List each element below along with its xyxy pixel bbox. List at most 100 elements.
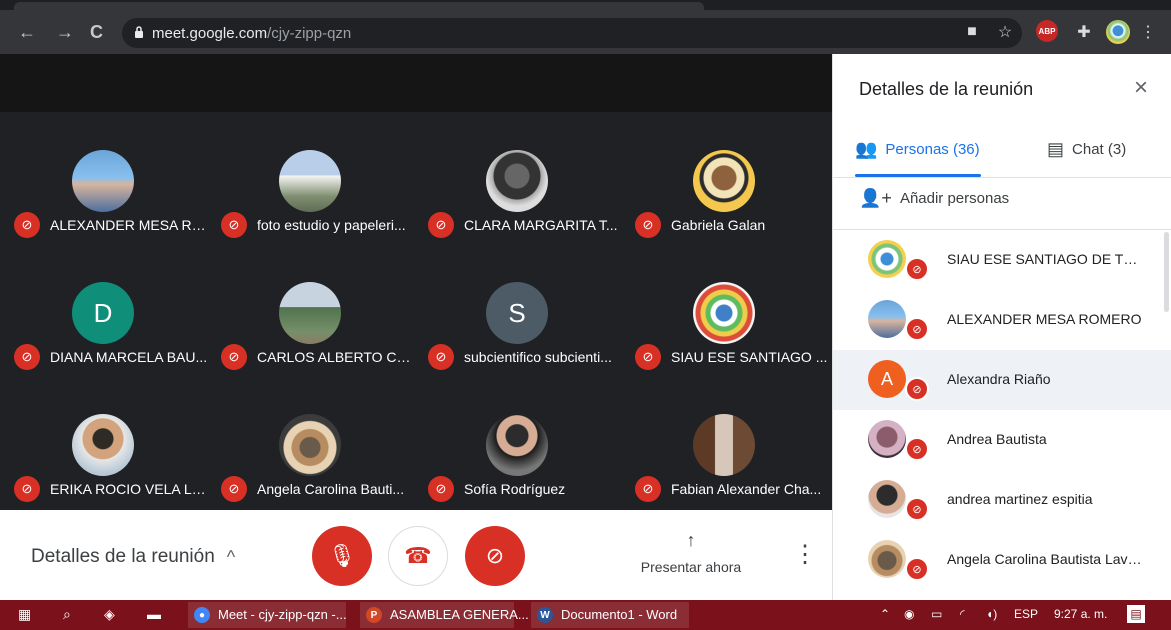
participant-tile[interactable]: S ⊘ subcientifico subcienti... (414, 282, 622, 382)
participant-list-item[interactable]: A ⊘ Alexandra Riaño (833, 350, 1171, 410)
tab-divider (833, 177, 1171, 178)
language-indicator[interactable]: ESP (1014, 607, 1038, 621)
participant-tile[interactable]: D ⊘ DIANA MARCELA BAU... (0, 282, 208, 382)
microphone-button[interactable]: 🎙︎ (312, 526, 372, 586)
leave-call-button[interactable]: ☎ (388, 526, 448, 586)
participant-tile[interactable]: ⊘ Angela Carolina Bauti... (207, 414, 415, 514)
file-explorer-icon[interactable]: ▬ (147, 606, 161, 622)
participant-tile[interactable]: ⊘ ALEXANDER MESA RO... (0, 150, 208, 250)
participant-avatar (868, 240, 906, 278)
participant-tile[interactable]: ⊘ Gabriela Galan (621, 150, 829, 250)
taskbar-window-button[interactable]: ● Meet - cjy-zipp-qzn -... (188, 602, 347, 628)
lock-icon (135, 26, 143, 38)
participant-list-name: andrea martinez espitia (947, 491, 1093, 507)
tray-app-icon[interactable]: ◉ (904, 607, 914, 621)
clock[interactable]: 9:27 a. m. (1054, 607, 1107, 621)
present-now-label: Presentar ahora (640, 559, 742, 575)
taskbar-window-button[interactable]: W Documento1 - Word (531, 602, 689, 628)
participant-name-bar: ⊘ Fabian Alexander Cha... (635, 476, 829, 502)
puzzle-icon[interactable]: ✚ (1075, 20, 1093, 44)
participant-avatar: A (868, 360, 906, 398)
participant-avatar (868, 480, 906, 518)
participant-avatar (279, 282, 341, 344)
speaker-icon[interactable]: ◖) (986, 607, 997, 621)
mic-off-icon: ⊘ (221, 476, 247, 502)
participant-tile[interactable]: ⊘ foto estudio y papeleri... (207, 150, 415, 250)
participant-name-bar: ⊘ subcientifico subcienti... (428, 344, 622, 370)
add-people-button[interactable]: 👤+ Añadir personas (859, 188, 1009, 209)
active-browser-tab[interactable] (14, 2, 704, 10)
mic-off-icon: ⊘ (635, 212, 661, 238)
present-now-button[interactable]: ↑ Presentar ahora (636, 530, 746, 575)
mic-off-icon: ⊘ (14, 212, 40, 238)
participant-list-item[interactable]: ⊘ Angela Carolina Bautista Laver... (833, 530, 1171, 590)
star-icon[interactable]: ☆ (996, 20, 1014, 44)
participant-tile[interactable]: ⊘ CARLOS ALBERTO CR... (207, 282, 415, 382)
mic-off-icon: ⊘ (905, 257, 929, 281)
app-icon: ● (194, 607, 210, 623)
participant-avatar (486, 414, 548, 476)
windows-taskbar: ▦ ⌕ ◈ ▬ ● Meet - cjy-zipp-qzn -... P ASAMBL… (0, 600, 1171, 630)
participant-tile[interactable]: ⊘ Sofía Rodríguez (414, 414, 622, 514)
participant-avatar: D (72, 282, 134, 344)
participant-name-bar: ⊘ Angela Carolina Bauti... (221, 476, 415, 502)
tray-chevron-icon[interactable]: ⌃ (880, 607, 890, 621)
close-icon[interactable]: × (1134, 74, 1148, 102)
tab-people[interactable]: 👥 Personas (36) (855, 139, 980, 160)
profile-avatar[interactable] (1106, 20, 1130, 44)
refresh-icon[interactable]: C (90, 22, 103, 42)
participants-scrollbar[interactable] (1164, 232, 1169, 312)
meeting-details-toggle[interactable]: Detalles de la reunión ^ (31, 546, 235, 568)
participant-name: DIANA MARCELA BAU... (50, 349, 208, 365)
app-icon: P (366, 607, 382, 623)
participants-list: ⊘ SIAU ESE SANTIAGO DE TUNJ... ⊘ ALEXANDER … (833, 230, 1171, 600)
battery-icon[interactable]: ▭ (931, 607, 942, 621)
mic-off-icon: ⊘ (428, 476, 454, 502)
participant-list-item[interactable]: ⊘ ALEXANDER MESA ROMERO (833, 290, 1171, 350)
participant-list-name: Angela Carolina Bautista Laver... (947, 551, 1147, 567)
participant-list-item[interactable]: ⊘ andrea martinez espitia (833, 470, 1171, 530)
back-icon[interactable]: ← (18, 22, 36, 42)
panel-tabs: 👥 Personas (36) ▤ Chat (3) (833, 127, 1171, 178)
participant-name: Sofía Rodríguez (464, 481, 566, 497)
address-bar[interactable]: meet.google.com/cjy-zipp-qzn (122, 18, 1022, 48)
camera-icon[interactable]: ■ (964, 20, 980, 44)
camera-button[interactable]: ⊘ (465, 526, 525, 586)
participant-name-bar: ⊘ CARLOS ALBERTO CR... (221, 344, 415, 370)
windows-start-icon[interactable]: ▦ (18, 606, 31, 623)
participant-name: CARLOS ALBERTO CR... (257, 349, 415, 365)
notification-icon[interactable]: ▤ (1127, 605, 1145, 623)
mic-off-icon: ⊘ (905, 497, 929, 521)
participant-tile[interactable]: ⊘ ERIKA ROCIO VELA LO... (0, 414, 208, 514)
participant-list-name: Alexandra Riaño (947, 371, 1051, 387)
taskbar-window-button[interactable]: P ASAMBLEA GENERA... (360, 602, 529, 628)
adblock-icon[interactable]: ABP (1036, 20, 1058, 42)
participant-name: ALEXANDER MESA RO... (50, 217, 208, 233)
participant-list-item[interactable]: ⊘ Andrea Bautista (833, 410, 1171, 470)
search-icon[interactable]: ⌕ (63, 606, 71, 623)
participant-name-bar: ⊘ foto estudio y papeleri... (221, 212, 415, 238)
tab-people-label: Personas (36) (885, 141, 980, 158)
participant-tile[interactable]: ⊘ SIAU ESE SANTIAGO ... (621, 282, 829, 382)
participant-avatar (868, 420, 906, 458)
brave-icon[interactable]: ◈ (104, 606, 115, 623)
add-person-icon: 👤+ (859, 188, 892, 208)
participant-tile[interactable]: ⊘ Fabian Alexander Cha... (621, 414, 829, 514)
participant-list-item[interactable]: ⊘ SIAU ESE SANTIAGO DE TUNJ... (833, 230, 1171, 290)
tab-chat-label: Chat (3) (1072, 141, 1127, 158)
forward-icon[interactable]: → (56, 22, 74, 42)
present-icon: ↑ (686, 530, 696, 550)
participant-tile[interactable]: ⊘ CLARA MARGARITA T... (414, 150, 622, 250)
meeting-details-label: Detalles de la reunión (31, 546, 215, 567)
wifi-icon[interactable]: ◜ (960, 607, 965, 621)
add-people-label: Añadir personas (899, 190, 1010, 207)
more-options-icon[interactable]: ⋮ (793, 540, 817, 569)
participant-name-bar: ⊘ DIANA MARCELA BAU... (14, 344, 208, 370)
tab-chat[interactable]: ▤ Chat (3) (1047, 139, 1126, 160)
participant-name-bar: ⊘ Gabriela Galan (635, 212, 829, 238)
participant-list-name: SIAU ESE SANTIAGO DE TUNJ... (947, 251, 1147, 267)
video-band (0, 54, 832, 112)
mic-off-icon: ⊘ (905, 557, 929, 581)
browser-menu-icon[interactable]: ⋮ (1140, 20, 1156, 44)
participant-name: subcientifico subcienti... (464, 349, 612, 365)
